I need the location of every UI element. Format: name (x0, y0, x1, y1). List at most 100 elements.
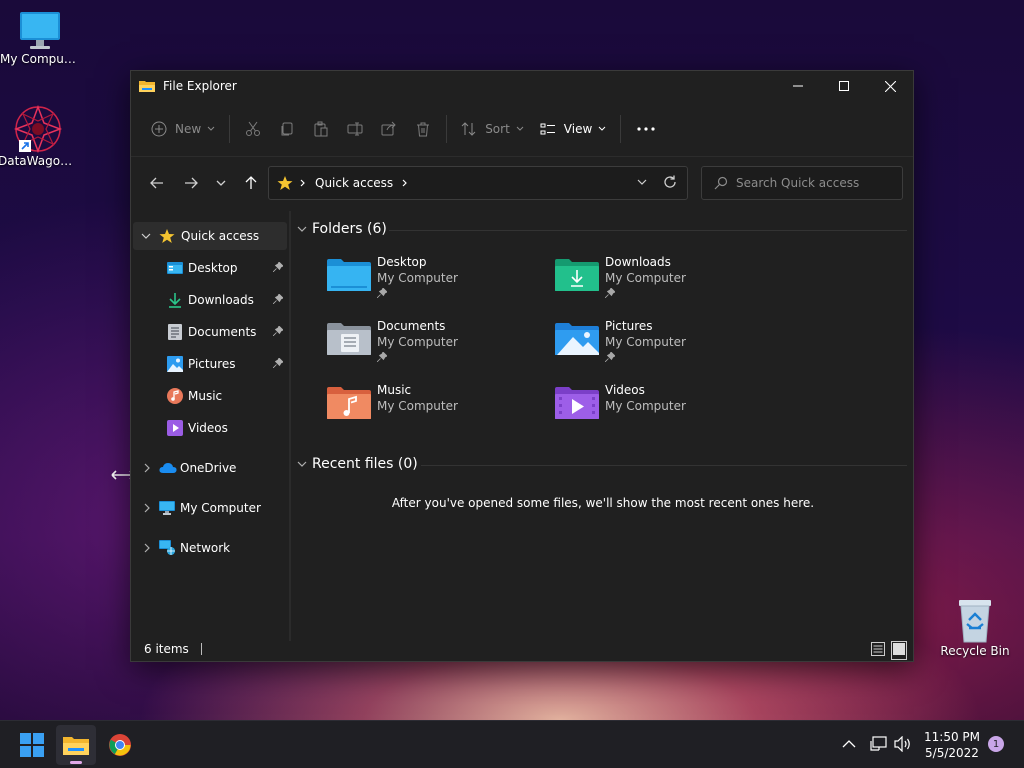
sidebar-item-label: Pictures (188, 357, 236, 371)
pane-splitter[interactable] (289, 211, 291, 641)
search-icon (714, 176, 728, 190)
address-path-quick-access[interactable]: Quick access (315, 176, 393, 190)
details-view-button[interactable] (871, 642, 885, 659)
sidebar-item-label: OneDrive (180, 461, 237, 475)
copy-button[interactable] (272, 113, 302, 145)
refresh-icon (664, 175, 676, 188)
delete-button[interactable] (408, 113, 438, 145)
scissors-icon (246, 121, 261, 136)
sidebar-item-quick-access[interactable]: Quick access (133, 222, 287, 250)
video-icon (167, 420, 183, 436)
recent-locations-button[interactable] (207, 167, 235, 199)
desktop-icon-label: Recycle Bin (940, 644, 1010, 658)
documents-folder-icon (327, 323, 371, 355)
chevron-right-icon[interactable] (143, 503, 151, 513)
sidebar-item-onedrive[interactable]: OneDrive (133, 454, 287, 482)
pin-icon[interactable] (273, 358, 283, 368)
share-icon (381, 121, 396, 135)
section-divider (421, 465, 907, 466)
folder-location: My Computer (377, 271, 458, 285)
sidebar-item-videos[interactable]: Videos (133, 414, 287, 442)
share-button[interactable] (374, 113, 404, 145)
close-button[interactable] (867, 71, 913, 101)
folder-tile-videos[interactable]: Videos My Computer (555, 383, 775, 439)
folder-tile-pictures[interactable]: Pictures My Computer (555, 319, 775, 375)
sidebar-item-label: Music (188, 389, 223, 403)
tiles-view-button[interactable] (891, 641, 907, 660)
cut-button[interactable] (238, 113, 268, 145)
chevron-right-icon[interactable] (143, 463, 151, 473)
minimize-button[interactable] (775, 71, 821, 101)
videos-folder-icon (555, 387, 599, 419)
taskbar-chrome[interactable] (100, 725, 140, 765)
sidebar-item-music[interactable]: Music (133, 382, 287, 410)
chevron-right-icon[interactable] (143, 543, 151, 553)
windows-logo-icon (20, 733, 44, 757)
recent-files-section-header[interactable]: Recent files (0) (297, 456, 418, 472)
folders-section-header[interactable]: Folders (6) (297, 221, 387, 237)
folder-location: My Computer (377, 399, 458, 413)
network-icon (159, 540, 175, 555)
toolbar-separator (229, 114, 231, 143)
network-wired-icon (870, 736, 887, 751)
desktop-icon-label: DataWagon... (0, 154, 78, 168)
plus-circle-icon (151, 121, 167, 136)
chevron-down-icon (516, 126, 524, 131)
pin-icon[interactable] (273, 294, 283, 304)
rename-button[interactable] (340, 113, 370, 145)
folder-location: My Computer (605, 399, 686, 413)
clock-date: 5/5/2022 (925, 746, 979, 760)
folder-tile-music[interactable]: Music My Computer (327, 383, 547, 439)
notification-badge[interactable]: 1 (988, 736, 1004, 752)
sidebar-item-desktop[interactable]: Desktop (133, 254, 287, 282)
sidebar-item-my-computer[interactable]: My Computer (133, 494, 287, 522)
more-options-button[interactable] (631, 113, 661, 145)
sidebar-item-downloads[interactable]: Downloads (133, 286, 287, 314)
title-bar[interactable]: File Explorer (131, 71, 913, 101)
search-box[interactable] (701, 166, 903, 200)
desktop-icon-datawagon[interactable]: DataWagon... (0, 104, 78, 168)
folder-name: Pictures (605, 319, 653, 333)
folder-name: Music (377, 383, 412, 397)
pin-icon[interactable] (273, 262, 283, 272)
volume-button[interactable] (894, 735, 912, 755)
search-input[interactable] (736, 176, 886, 190)
forward-button[interactable] (175, 167, 207, 199)
sidebar-item-label: My Computer (180, 501, 261, 515)
arrow-left-icon (150, 177, 163, 189)
refresh-button[interactable] (663, 175, 677, 192)
sidebar-item-network[interactable]: Network (133, 534, 287, 562)
show-hidden-icons-button[interactable] (842, 738, 856, 752)
up-button[interactable] (235, 167, 267, 199)
sidebar-item-pictures[interactable]: Pictures (133, 350, 287, 378)
desktop-icon-my-computer[interactable]: My Computer (0, 8, 80, 66)
address-bar[interactable]: Quick access (268, 166, 688, 200)
new-button[interactable]: New (145, 113, 223, 145)
back-button[interactable] (141, 167, 173, 199)
address-history-dropdown[interactable] (637, 175, 647, 189)
folder-tile-downloads[interactable]: Downloads My Computer (555, 255, 775, 311)
sidebar-item-documents[interactable]: Documents (133, 318, 287, 346)
chevron-right-icon (402, 179, 408, 187)
active-app-indicator (70, 761, 82, 764)
sidebar-item-label: Documents (188, 325, 257, 339)
folder-tile-documents[interactable]: Documents My Computer (327, 319, 547, 375)
view-button[interactable]: View (532, 113, 614, 145)
download-arrow-icon (169, 293, 181, 308)
start-button[interactable] (12, 725, 52, 765)
sort-button[interactable]: Sort (453, 113, 532, 145)
maximize-button[interactable] (821, 71, 867, 101)
new-label: New (175, 121, 202, 136)
pin-icon[interactable] (273, 326, 283, 336)
paste-button[interactable] (306, 113, 336, 145)
system-clock[interactable]: 11:50 PM 5/5/2022 (912, 729, 992, 761)
clock-time: 11:50 PM (924, 730, 980, 744)
folder-name: Downloads (605, 255, 671, 269)
recent-files-empty-message: After you've opened some files, we'll sh… (391, 496, 815, 510)
monitor-icon (20, 12, 60, 49)
taskbar-file-explorer[interactable] (56, 725, 96, 765)
network-status-button[interactable] (870, 736, 888, 755)
folder-tile-desktop[interactable]: Desktop My Computer (327, 255, 547, 311)
desktop-icon-recycle-bin[interactable]: Recycle Bin (935, 598, 1015, 658)
taskbar: 11:50 PM 5/5/2022 (0, 720, 1024, 768)
